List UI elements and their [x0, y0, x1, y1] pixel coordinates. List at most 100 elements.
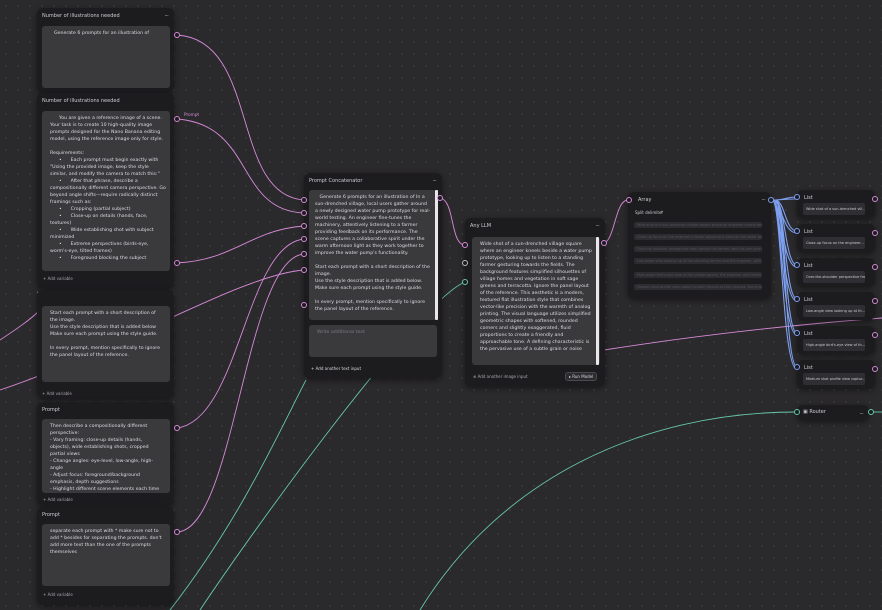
node-title: ▣ Router [803, 409, 826, 415]
concatenated-text-area[interactable]: Generate 6 prompts for an illustration o… [309, 190, 437, 320]
prompt-description-node[interactable]: Start each prompt with a short descripti… [37, 290, 174, 398]
array-item[interactable]: Over-the-shoulder perspective from behin… [634, 246, 762, 252]
output-port[interactable] [601, 240, 607, 246]
node-title: Any LLM [470, 223, 492, 229]
output-port[interactable] [174, 32, 180, 38]
list-value[interactable]: Close-up focus on the engineer... [803, 237, 865, 249]
list-value[interactable]: Wide shot of a sun-drenched vill... [803, 203, 865, 215]
llm-output-text[interactable]: Wide shot of a sun-drenched village squa… [472, 237, 600, 365]
array-item[interactable]: Wide shot of a sun-drenched village squa… [634, 222, 762, 228]
output-port[interactable] [872, 196, 878, 202]
wire-prompt-1-to-concat [176, 34, 305, 201]
output-port[interactable] [437, 195, 443, 201]
list-node[interactable]: List Over-the-shoulder perspective fro..… [797, 258, 875, 286]
output-port[interactable] [768, 197, 774, 203]
node-menu-icon[interactable]: ... [164, 10, 169, 18]
prompt-separator-node[interactable]: Prompt separate each prompt with * make … [37, 507, 174, 605]
output-port[interactable] [872, 332, 878, 338]
input-port[interactable] [794, 409, 800, 415]
array-item[interactable]: High-angle bird's-eye view of the villag… [634, 272, 762, 278]
wire-array-to-lists [771, 196, 798, 370]
scrollbar[interactable] [596, 237, 599, 365]
list-value[interactable]: Over-the-shoulder perspective fro... [803, 271, 865, 283]
input-port[interactable] [301, 197, 307, 203]
run-model-button[interactable]: ▸ Run Model [565, 372, 598, 381]
node-menu-icon[interactable]: ... [432, 175, 437, 183]
output-port[interactable] [872, 298, 878, 304]
node-title: List [804, 297, 813, 303]
wire-prompt-3-to-concat [176, 225, 305, 264]
prompt-concatenator-node[interactable]: Prompt Concatenator ... Generate 6 promp… [304, 173, 442, 378]
wire-llm-to-array [603, 199, 629, 244]
add-text-input-button[interactable]: + Add another text input [311, 366, 361, 371]
add-variable-label: Add variable [46, 391, 72, 396]
add-image-input-button[interactable]: ⊕ Add another image input [473, 374, 528, 379]
array-item[interactable]: Close-up focus on the engineer's hands a… [634, 234, 762, 240]
input-port[interactable] [794, 194, 800, 200]
output-port[interactable] [868, 409, 874, 415]
array-node[interactable]: Array ... Split delimiter * Wide shot of… [628, 192, 771, 298]
output-port[interactable] [872, 264, 878, 270]
output-port[interactable] [174, 260, 180, 266]
node-menu-icon[interactable]: ... [761, 194, 766, 202]
input-port[interactable] [301, 223, 307, 229]
node-title: Array [638, 197, 652, 203]
input-port[interactable] [794, 364, 800, 370]
input-port[interactable] [301, 236, 307, 242]
additional-text-input[interactable]: Write additional text [309, 325, 437, 357]
prompt-text-area[interactable]: Generate 6 prompts for an illustration o… [42, 26, 170, 88]
image-input-port[interactable] [462, 279, 468, 285]
node-title: Prompt [42, 512, 60, 518]
wire-prompt-2-to-concat [176, 118, 305, 214]
input-port[interactable] [301, 267, 307, 273]
input-port[interactable] [794, 228, 800, 234]
input-port[interactable] [462, 260, 468, 266]
add-variable-button[interactable]: + Add variable [43, 497, 73, 502]
any-llm-node[interactable]: Any LLM ... Wide shot of a sun-drenched … [465, 218, 605, 386]
style-instructions-node[interactable]: Number of illustrations needed You are g… [37, 93, 174, 288]
node-menu-icon[interactable]: ... [859, 408, 864, 416]
list-value[interactable]: Low-angle view looking up at th... [803, 305, 865, 317]
output-port[interactable] [174, 529, 180, 535]
prompt-perspective-node[interactable]: Prompt Then describe a compositionally d… [37, 402, 174, 505]
input-port[interactable] [462, 242, 468, 248]
list-node[interactable]: List Medium shot profile view captur... [797, 360, 875, 388]
output-port[interactable] [872, 366, 878, 372]
array-item[interactable]: Low-angle view looking up at the standin… [634, 258, 762, 264]
router-node[interactable]: ▣ Router ... [797, 405, 869, 420]
split-delimiter-value[interactable]: * [661, 210, 663, 215]
list-node[interactable]: List Close-up focus on the engineer... [797, 224, 875, 252]
input-port[interactable] [301, 210, 307, 216]
add-variable-button[interactable]: + Add variable [43, 276, 73, 281]
input-port[interactable] [626, 197, 632, 203]
node-title: Prompt Concatenator [309, 178, 363, 184]
input-port[interactable] [794, 330, 800, 336]
array-item[interactable]: Medium shot profile view capturing both … [634, 284, 762, 290]
input-port[interactable] [301, 251, 307, 257]
play-icon: ▸ [569, 374, 572, 379]
list-node[interactable]: List Wide shot of a sun-drenched vill... [797, 190, 875, 218]
list-node[interactable]: List High-angle bird's-eye view of th... [797, 326, 875, 354]
output-port[interactable] [872, 230, 878, 236]
add-variable-button[interactable]: + Add variable [42, 391, 72, 396]
prompt-text-area[interactable]: You are given a reference image of a sce… [42, 111, 170, 271]
add-variable-label: Add variable [47, 592, 73, 597]
output-port[interactable] [174, 116, 180, 122]
node-title: List [804, 263, 813, 269]
output-port[interactable] [174, 425, 180, 431]
scrollbar[interactable] [435, 190, 438, 320]
list-node[interactable]: List Low-angle view looking up at th... [797, 292, 875, 320]
list-value[interactable]: Medium shot profile view captur... [803, 373, 865, 385]
node-menu-icon[interactable]: ... [595, 220, 600, 228]
prompt-text-area[interactable]: Then describe a compositionally differen… [42, 419, 170, 493]
run-model-label: Run Model [572, 374, 594, 379]
node-title: Number of illustrations needed [42, 13, 120, 19]
input-port[interactable] [794, 296, 800, 302]
illustrations-count-node[interactable]: Number of illustrations needed ... Gener… [37, 8, 174, 92]
input-port[interactable] [794, 262, 800, 268]
add-variable-button[interactable]: + Add variable [43, 592, 73, 597]
list-value[interactable]: High-angle bird's-eye view of th... [803, 339, 865, 351]
prompt-text-area[interactable]: Start each prompt with a short descripti… [42, 306, 170, 382]
prompt-text-area[interactable]: separate each prompt with * make sure no… [42, 524, 170, 586]
input-port[interactable] [301, 302, 307, 308]
